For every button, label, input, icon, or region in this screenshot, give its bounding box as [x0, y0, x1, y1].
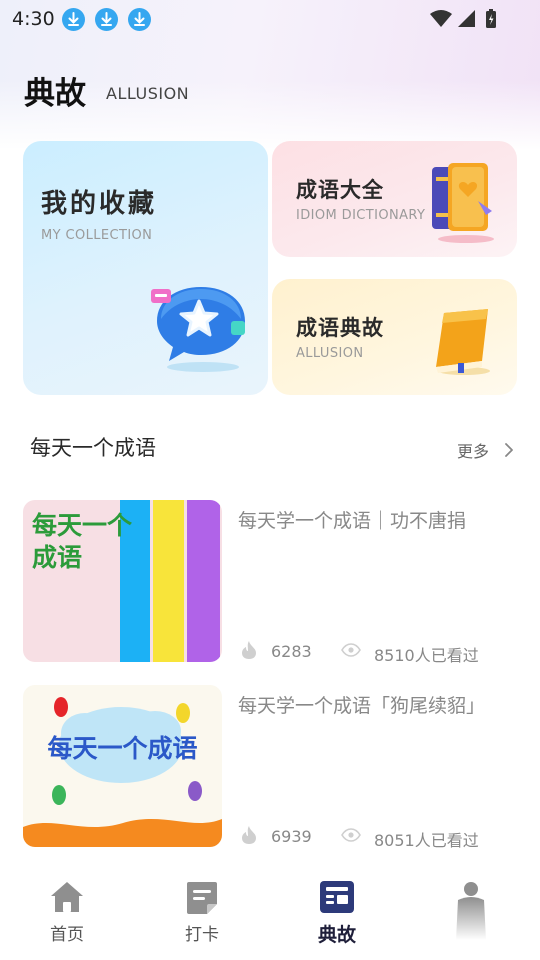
download-icon	[62, 8, 85, 31]
card-title: 成语典故	[296, 316, 384, 340]
profile-icon	[456, 882, 486, 940]
list-item[interactable]: 每天一个成语 每天学一个成语「狗尾续貂」 6939 8051人已看过	[0, 685, 540, 850]
home-icon	[51, 882, 83, 912]
card-subtitle: ALLUSION	[296, 346, 364, 361]
card-subtitle: MY COLLECTION	[41, 228, 153, 243]
list-item[interactable]: 每天一个 成语 每天学一个成语｜功不唐捐 6283 8510人已看过	[0, 500, 540, 665]
more-link[interactable]: 更多	[457, 438, 489, 462]
signal-icon	[458, 10, 475, 27]
card-title: 成语大全	[296, 178, 384, 202]
allusion-icon	[320, 881, 354, 913]
idiom-allusion-card[interactable]: 成语典故 ALLUSION	[272, 279, 517, 395]
nav-label: 首页	[50, 925, 84, 945]
nav-label: 打卡	[185, 925, 219, 945]
battery-icon	[486, 9, 496, 28]
book-icon	[436, 309, 490, 375]
status-time: 4:30	[12, 8, 55, 30]
page-title: 典故	[24, 76, 86, 112]
item-thumbnail: 每天一个 成语	[23, 500, 222, 662]
wifi-icon	[430, 10, 452, 27]
item-thumbnail: 每天一个成语	[23, 685, 222, 847]
checkin-icon	[187, 882, 217, 914]
eye-icon	[341, 828, 361, 842]
item-title: 每天学一个成语「狗尾续貂」	[238, 695, 486, 717]
like-count: 6283	[271, 642, 312, 661]
card-title: 我的收藏	[41, 189, 158, 219]
books-icon	[432, 163, 494, 243]
bottom-nav: 首页 打卡 典故	[0, 866, 540, 960]
my-collection-card[interactable]: 我的收藏 MY COLLECTION	[23, 141, 268, 395]
thumbnail-text: 成语	[32, 543, 83, 572]
chat-bubble-star-icon	[151, 287, 245, 372]
nav-item-allusion[interactable]: 典故	[287, 866, 387, 960]
thumbnail-text: 每天一个成语	[47, 734, 198, 763]
view-count: 8510人已看过	[374, 646, 479, 665]
download-icon	[128, 8, 151, 31]
card-subtitle: IDIOM DICTIONARY	[296, 208, 426, 223]
view-count: 8051人已看过	[374, 831, 479, 850]
section-title: 每天一个成语	[30, 436, 156, 460]
item-title: 每天学一个成语｜功不唐捐	[238, 510, 467, 532]
chevron-right-icon[interactable]	[503, 441, 515, 459]
status-bar: 4:30	[0, 0, 540, 38]
nav-item-checkin[interactable]: 打卡	[152, 866, 252, 960]
nav-item-profile[interactable]	[421, 866, 521, 960]
nav-label: 典故	[317, 924, 356, 946]
nav-item-home[interactable]: 首页	[17, 866, 117, 960]
eye-icon	[341, 643, 361, 657]
download-icon	[95, 8, 118, 31]
flame-icon	[242, 641, 256, 659]
page-subtitle: ALLUSION	[106, 84, 190, 103]
idiom-dictionary-card[interactable]: 成语大全 IDIOM DICTIONARY	[272, 141, 517, 257]
flame-icon	[242, 826, 256, 844]
like-count: 6939	[271, 827, 312, 846]
thumbnail-text: 每天一个	[32, 511, 133, 540]
